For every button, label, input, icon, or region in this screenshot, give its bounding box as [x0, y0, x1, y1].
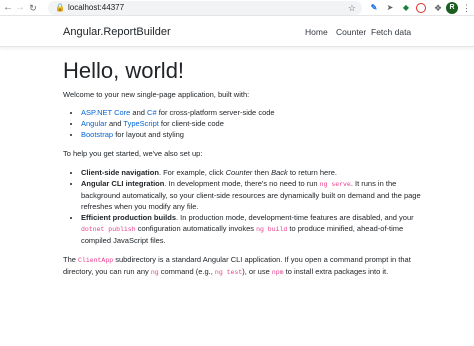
bookmark-star-icon[interactable]: ☆ — [348, 3, 356, 13]
list-item-text: for layout and styling — [113, 130, 184, 139]
list-item: ASP.NET Core and C# for cross-platform s… — [81, 107, 423, 118]
link-csharp[interactable]: C# — [147, 108, 157, 117]
setup-intro: To help you get started, we've also set … — [63, 149, 203, 158]
nav-link-home[interactable]: Home — [305, 27, 328, 38]
inline-code: ng build — [256, 226, 288, 233]
paragraph-text: to install extra packages into it. — [283, 267, 389, 276]
item-text: . In development mode, there's no need t… — [164, 179, 320, 188]
page-heading: Hello, world! — [63, 58, 185, 83]
item-text: . For example, click — [158, 168, 226, 177]
extension-target-icon[interactable] — [416, 3, 426, 13]
paragraph-text: The — [63, 255, 79, 264]
item-text: . In production mode, development-time f… — [176, 213, 414, 222]
forward-arrow-icon[interactable]: → — [14, 2, 26, 14]
inline-code: ng — [150, 269, 159, 276]
inline-code: dotnet publish — [81, 226, 136, 233]
browser-menu-icon[interactable]: ⋮ — [462, 2, 471, 14]
list-item: Client-side navigation. For example, cli… — [81, 167, 423, 178]
link-bootstrap[interactable]: Bootstrap — [81, 130, 113, 139]
app-navbar: Angular.ReportBuilder Home Counter Fetch… — [0, 17, 474, 47]
setup-list: Client-side navigation. For example, cli… — [81, 167, 423, 246]
link-typescript[interactable]: TypeScript — [123, 119, 158, 128]
item-emphasis: Counter — [225, 168, 253, 177]
address-url[interactable]: localhost:44377 — [68, 3, 124, 13]
address-bar[interactable]: 🔒 localhost:44377 ☆ — [48, 1, 362, 15]
clientapp-paragraph: The ClientApp subdirectory is a standard… — [63, 254, 423, 278]
nav-link-fetch-data[interactable]: Fetch data — [371, 27, 411, 38]
list-item-text: for cross-platform server-side code — [156, 108, 275, 117]
back-arrow-icon[interactable]: ← — [2, 2, 14, 14]
paragraph-text: command (e.g., — [158, 267, 215, 276]
reload-icon[interactable]: ↻ — [27, 2, 39, 14]
main-content: Hello, world! Welcome to your new single… — [63, 58, 423, 278]
list-item: Efficient production builds. In producti… — [81, 212, 423, 246]
navbar-brand[interactable]: Angular.ReportBuilder — [63, 26, 171, 39]
list-item-text: for client-side code — [158, 119, 224, 128]
paragraph-text: ), or use — [242, 267, 272, 276]
item-emphasis: Back — [271, 168, 288, 177]
link-aspnet-core[interactable]: ASP.NET Core — [81, 108, 130, 117]
item-text: configuration automatically invokes — [135, 224, 257, 233]
extension-pen-icon[interactable]: ✎ — [368, 2, 380, 14]
item-text: then — [252, 168, 272, 177]
link-angular[interactable]: Angular — [81, 119, 107, 128]
profile-avatar[interactable]: R — [446, 2, 458, 14]
list-item: Bootstrap for layout and styling — [81, 129, 423, 140]
built-with-list: ASP.NET Core and C# for cross-platform s… — [81, 107, 423, 140]
inline-code: npm — [271, 269, 284, 276]
inline-code: ClientApp — [78, 257, 114, 264]
item-text: to return here. — [287, 168, 337, 177]
joiner-text: and — [106, 119, 124, 128]
item-title: Angular CLI integration — [81, 179, 165, 188]
item-title: Client-side navigation — [81, 168, 159, 177]
list-item: Angular CLI integration. In development … — [81, 178, 423, 212]
list-item: Angular and TypeScript for client-side c… — [81, 118, 423, 129]
joiner-text: and — [130, 108, 148, 117]
extension-cursor-icon[interactable]: ➤ — [384, 2, 396, 14]
item-title: Efficient production builds — [81, 213, 176, 222]
browser-toolbar: ← → ↻ 🔒 localhost:44377 ☆ ✎ ➤ ◆ ❖ R ⋮ — [0, 0, 474, 16]
lock-icon: 🔒 — [55, 3, 65, 12]
extension-shield-icon[interactable]: ◆ — [400, 2, 412, 14]
inline-code: ng test — [214, 269, 243, 276]
extensions-puzzle-icon[interactable]: ❖ — [432, 2, 444, 14]
nav-link-counter[interactable]: Counter — [336, 27, 366, 38]
inline-code: ng serve — [319, 181, 351, 188]
intro-text: Welcome to your new single-page applicat… — [63, 90, 250, 99]
